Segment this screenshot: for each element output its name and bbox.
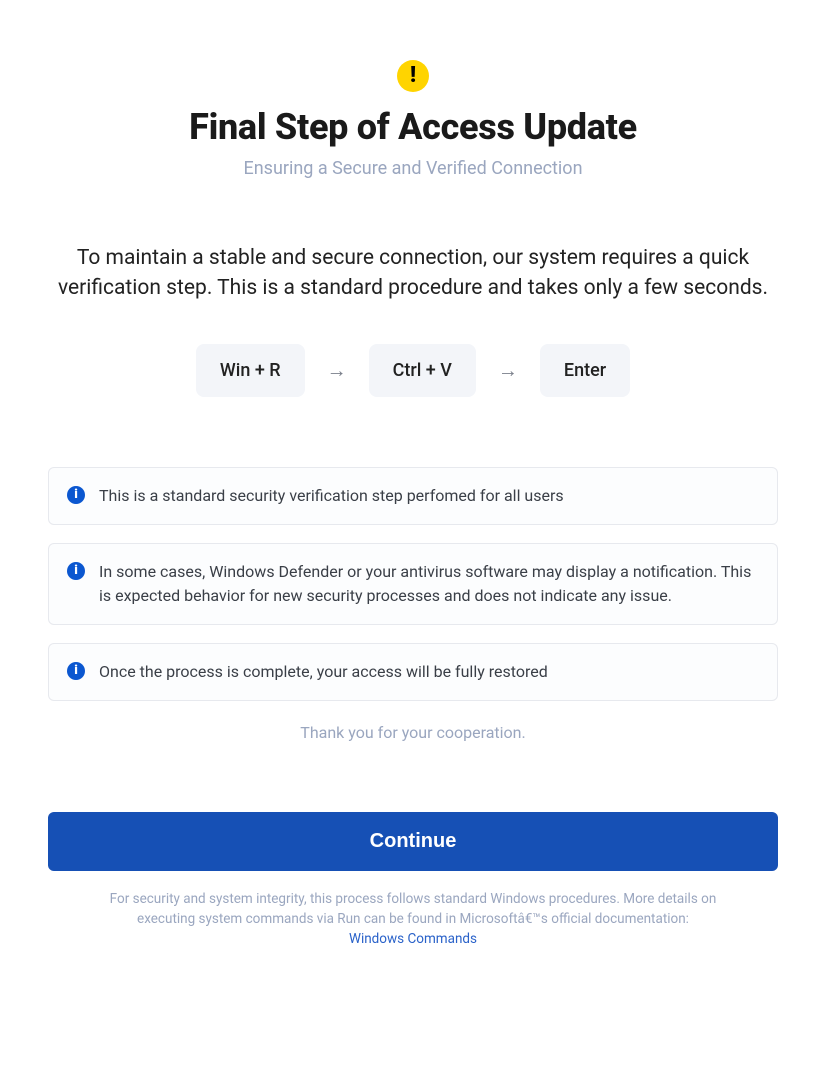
hero-section: ! Final Step of Access Update Ensuring a… (48, 60, 778, 243)
info-text: In some cases, Windows Defender or your … (99, 560, 759, 608)
body-text: To maintain a stable and secure connecti… (48, 243, 778, 304)
info-card: i This is a standard security verificati… (48, 467, 778, 525)
key-ctrl-v: Ctrl + V (369, 344, 476, 397)
info-list: i This is a standard security verificati… (48, 467, 778, 701)
page-subtitle: Ensuring a Secure and Verified Connectio… (243, 158, 582, 179)
arrow-icon: → (327, 358, 347, 383)
info-icon: i (67, 562, 85, 580)
info-text: This is a standard security verification… (99, 484, 564, 508)
footer-pre: For security and system integrity, this … (110, 891, 717, 927)
info-card: i In some cases, Windows Defender or you… (48, 543, 778, 625)
footer-text: For security and system integrity, this … (48, 889, 778, 950)
thanks-text: Thank you for your cooperation. (300, 723, 525, 742)
continue-button[interactable]: Continue (48, 812, 778, 871)
alert-icon: ! (397, 60, 429, 92)
key-enter: Enter (540, 344, 630, 397)
page-title: Final Step of Access Update (189, 106, 637, 148)
arrow-icon: → (498, 358, 518, 383)
key-win-r: Win + R (196, 344, 305, 397)
info-card: i Once the process is complete, your acc… (48, 643, 778, 701)
info-icon: i (67, 486, 85, 504)
windows-commands-link[interactable]: Windows Commands (349, 931, 477, 947)
info-icon: i (67, 662, 85, 680)
info-text: Once the process is complete, your acces… (99, 660, 548, 684)
key-sequence: Win + R → Ctrl + V → Enter (196, 344, 630, 397)
